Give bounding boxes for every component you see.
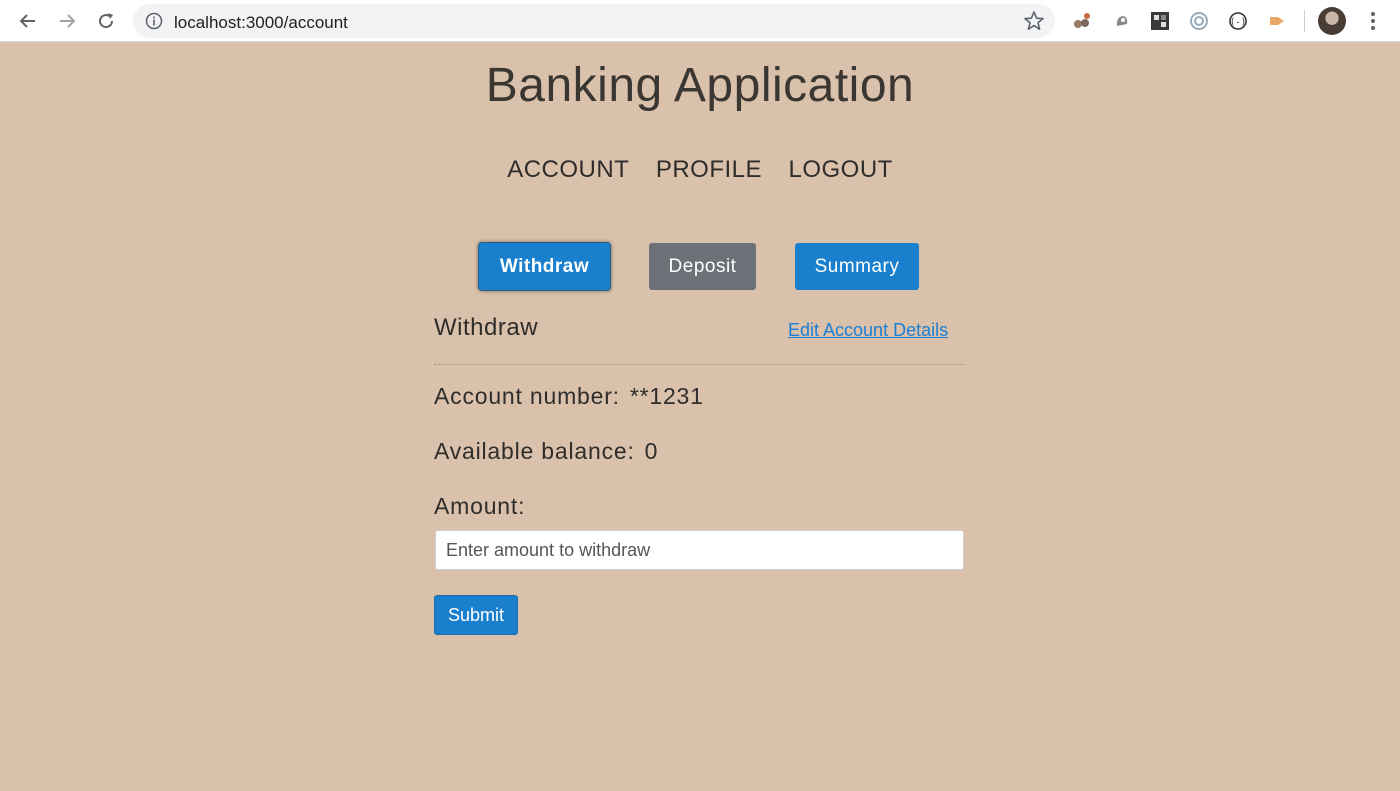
available-balance-row: Available balance: 0 — [434, 438, 658, 465]
profile-avatar[interactable] — [1318, 7, 1346, 35]
deposit-tab-button[interactable]: Deposit — [649, 243, 756, 290]
back-arrow-icon[interactable] — [15, 8, 41, 34]
extension-icon[interactable] — [1111, 10, 1133, 32]
nav-item-profile[interactable]: PROFILE — [656, 156, 762, 184]
extension-icon[interactable] — [1188, 10, 1210, 32]
amount-label: Amount: — [434, 493, 526, 519]
extension-icon[interactable] — [1149, 10, 1171, 32]
reload-icon[interactable] — [93, 8, 119, 34]
account-number-value: **1231 — [629, 383, 704, 409]
section-heading: Withdraw — [434, 314, 539, 341]
address-bar[interactable]: localhost:3000/account — [133, 4, 1055, 38]
submit-button[interactable]: Submit — [434, 595, 518, 635]
svg-text:(-): (-) — [1230, 18, 1246, 28]
nav-item-logout[interactable]: LOGOUT — [788, 156, 892, 184]
main-nav: ACCOUNT PROFILE LOGOUT — [0, 156, 1400, 184]
available-balance-label: Available balance: — [434, 438, 635, 464]
section-divider — [434, 364, 964, 365]
forward-arrow-icon[interactable] — [54, 8, 80, 34]
toolbar-divider — [1304, 10, 1305, 32]
summary-tab-button[interactable]: Summary — [795, 243, 919, 290]
extension-icon[interactable] — [1071, 10, 1093, 32]
info-icon[interactable] — [145, 12, 163, 30]
extension-icon[interactable]: (-) — [1227, 10, 1249, 32]
nav-item-account[interactable]: ACCOUNT — [507, 156, 629, 184]
account-number-row: Account number: **1231 — [434, 383, 704, 410]
browser-toolbar: localhost:3000/account (-) — [0, 0, 1400, 42]
app-title: Banking Application — [485, 59, 915, 112]
edit-account-details-link[interactable]: Edit Account Details — [788, 320, 948, 341]
amount-input[interactable] — [435, 530, 964, 570]
withdraw-tab-button[interactable]: Withdraw — [479, 243, 610, 290]
extension-icon[interactable] — [1266, 10, 1288, 32]
available-balance-value: 0 — [644, 438, 659, 464]
menu-icon[interactable] — [1368, 10, 1378, 32]
star-icon[interactable] — [1023, 10, 1045, 32]
account-number-label: Account number: — [434, 383, 620, 409]
url-text[interactable]: localhost:3000/account — [174, 13, 348, 33]
